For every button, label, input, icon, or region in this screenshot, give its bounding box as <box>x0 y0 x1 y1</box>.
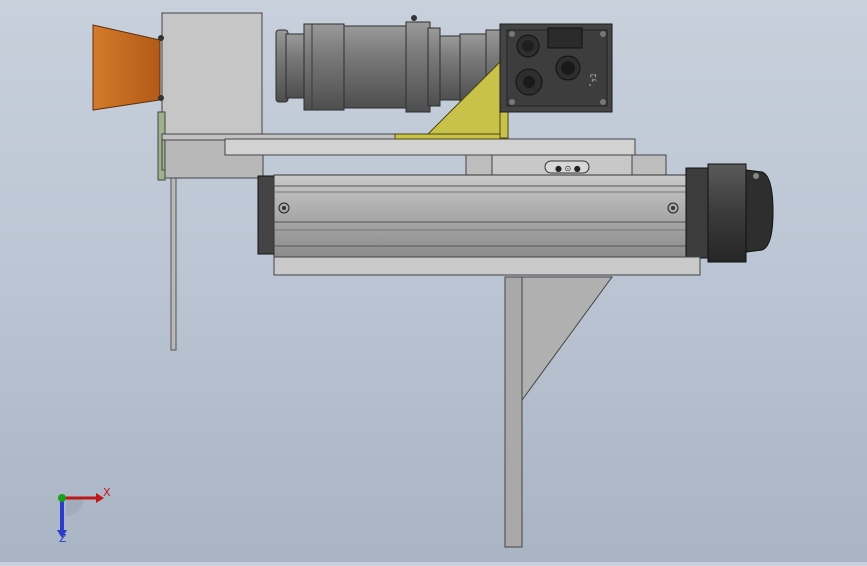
camera-connector-label: ﾟｯｺ <box>589 74 598 86</box>
nozzle-holder-block <box>161 12 263 138</box>
camera-body: ﾟｯｺ <box>499 23 613 113</box>
cad-viewport[interactable]: ﾟｯｺ ● ⊙ ● X Z <box>0 0 867 562</box>
assembly-drawing: ﾟｯｺ ● ⊙ ● <box>92 12 774 548</box>
triad-graphic: X Z <box>57 486 111 545</box>
z-axis-label: Z <box>59 532 67 545</box>
lower-base-plate <box>273 256 701 276</box>
vertical-support-post <box>504 276 523 548</box>
x-axis-label: X <box>103 486 111 499</box>
orange-nozzle <box>92 24 161 111</box>
orientation-triad[interactable]: X Z <box>44 478 124 548</box>
carriage-marks: ● ⊙ ● <box>555 164 581 173</box>
left-support-rod <box>170 177 177 351</box>
linear-actuator <box>257 163 774 263</box>
support-gusset <box>521 276 613 402</box>
carriage-plate <box>224 138 636 156</box>
